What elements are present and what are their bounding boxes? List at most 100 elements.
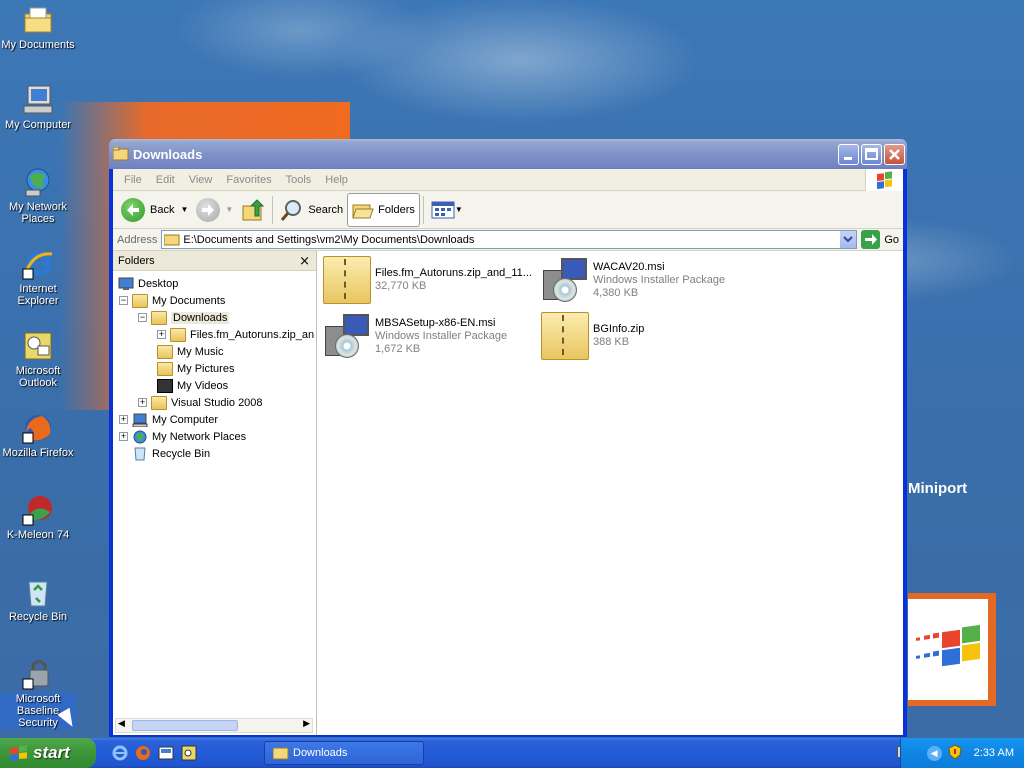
my-computer-icon	[22, 84, 54, 116]
desktop-icon-label: Microsoft Outlook	[15, 365, 61, 389]
desktop-icon-outlook[interactable]: Microsoft Outlook	[0, 330, 76, 389]
explorer-main: Folders × Desktop − My Documents − Downl…	[113, 251, 903, 735]
address-dropdown-button[interactable]	[839, 231, 857, 248]
minimize-button[interactable]	[838, 143, 859, 165]
go-label: Go	[884, 233, 899, 246]
search-button[interactable]: Search	[276, 193, 347, 227]
tree-item-my-music[interactable]: My Music	[157, 343, 223, 360]
desktop-icon-k-meleon[interactable]: K-Meleon 74	[0, 494, 76, 541]
file-item[interactable]: BGInfo.zip 388 KB	[541, 311, 757, 361]
menu-edit[interactable]: Edit	[149, 174, 182, 186]
tree-item-recycle-bin[interactable]: Recycle Bin	[132, 445, 210, 462]
chevron-left-icon[interactable]: ◀	[926, 745, 942, 761]
desktop-icon-network-places[interactable]: My Network Places	[0, 166, 76, 225]
collapse-icon[interactable]: −	[119, 296, 128, 305]
expand-icon[interactable]: +	[119, 415, 128, 424]
tree-item-my-network-places[interactable]: + My Network Places	[119, 428, 246, 445]
address-value: E:\Documents and Settings\vm2\My Documen…	[183, 233, 475, 246]
close-icon[interactable]: ×	[299, 254, 310, 269]
address-input[interactable]: E:\Documents and Settings\vm2\My Documen…	[161, 230, 858, 249]
tree-item-my-videos[interactable]: My Videos	[157, 377, 228, 394]
scrollbar-thumb[interactable]	[132, 720, 238, 731]
zip-folder-icon	[170, 327, 186, 342]
expand-icon[interactable]: +	[157, 330, 166, 339]
tree-item-my-pictures[interactable]: My Pictures	[157, 360, 234, 377]
windows-flag-icon	[10, 745, 28, 761]
pictures-folder-icon	[157, 361, 173, 376]
file-item[interactable]: Files.fm_Autoruns.zip_and_11... 32,770 K…	[323, 255, 539, 305]
forward-button[interactable]: ▼	[192, 193, 237, 227]
desktop-icon-firefox[interactable]: Mozilla Firefox	[0, 412, 76, 459]
security-shield-icon[interactable]	[948, 743, 962, 763]
desktop-icon-my-documents[interactable]: My Documents	[0, 4, 76, 51]
file-name: WACAV20.msi	[593, 260, 665, 273]
taskbar-item-downloads[interactable]: Downloads	[264, 741, 424, 765]
chevron-down-icon[interactable]: ▼	[180, 205, 188, 214]
file-type: Windows Installer Package	[375, 329, 508, 342]
scroll-left-icon[interactable]: ◀	[118, 719, 125, 729]
folders-icon	[352, 200, 374, 220]
menu-favorites[interactable]: Favorites	[219, 174, 278, 186]
folders-button[interactable]: Folders	[347, 192, 420, 227]
forward-arrow-icon	[196, 197, 221, 222]
folder-icon	[151, 395, 167, 410]
tree-item-downloads[interactable]: − Downloads	[138, 309, 230, 326]
internet-explorer-icon	[22, 248, 54, 280]
tree-item-my-documents[interactable]: − My Documents	[119, 292, 225, 309]
window-body: File Edit View Favorites Tools Help Back…	[113, 169, 903, 735]
back-arrow-icon	[121, 197, 145, 222]
outlook-icon[interactable]	[180, 744, 198, 762]
quick-launch	[106, 744, 198, 762]
folders-label: Folders	[378, 203, 415, 216]
chevron-down-icon[interactable]: ▼	[225, 205, 233, 214]
toolbar: Back ▼ ▼ Search Folders ▼	[113, 191, 903, 229]
wallpaper-text: r Miniport	[898, 480, 968, 497]
menu-file[interactable]: File	[117, 174, 149, 186]
menu-view[interactable]: View	[182, 174, 220, 186]
file-size: 32,770 KB	[375, 280, 427, 292]
file-item[interactable]: MBSASetup-x86-EN.msi Windows Installer P…	[323, 311, 539, 361]
close-button[interactable]	[884, 143, 905, 165]
taskbar-item-label: Downloads	[293, 747, 348, 759]
up-folder-button[interactable]	[237, 193, 269, 227]
chevron-down-icon[interactable]: ▼	[455, 205, 463, 214]
show-desktop-icon[interactable]	[157, 744, 175, 762]
desktop-icon-label: My Documents	[1, 39, 75, 51]
installer-package-icon	[541, 256, 589, 304]
menu-tools[interactable]: Tools	[279, 174, 319, 186]
start-button[interactable]: start	[0, 738, 96, 768]
desktop-icon-my-computer[interactable]: My Computer	[0, 84, 76, 131]
tree-item-visual-studio[interactable]: + Visual Studio 2008	[138, 394, 263, 411]
desktop-icon-recycle-bin[interactable]: Recycle Bin	[0, 576, 76, 623]
firefox-icon	[22, 412, 54, 444]
taskbar: start Downloads ◀ 2:33 AM	[0, 738, 1024, 768]
folders-horizontal-scrollbar[interactable]: ◀ ▶	[115, 718, 313, 733]
desktop-icon-label: My Computer	[4, 119, 72, 131]
internet-explorer-icon[interactable]	[111, 744, 129, 762]
recycle-bin-icon	[22, 576, 54, 608]
expand-icon[interactable]: +	[119, 432, 128, 441]
toolbar-separator	[272, 195, 274, 224]
firefox-icon[interactable]	[134, 744, 152, 762]
my-computer-icon	[132, 413, 148, 427]
folder-icon	[272, 746, 289, 760]
clock[interactable]: 2:33 AM	[974, 747, 1014, 759]
window-titlebar[interactable]: Downloads	[109, 139, 907, 169]
file-size: 388 KB	[593, 336, 630, 348]
views-button[interactable]: ▼	[427, 193, 467, 227]
k-meleon-icon	[22, 494, 54, 526]
windows-flag-icon	[865, 169, 903, 191]
back-button[interactable]: Back ▼	[117, 193, 192, 227]
menu-help[interactable]: Help	[318, 174, 355, 186]
tree-item-files-fm-autoruns[interactable]: + Files.fm_Autoruns.zip_an	[157, 326, 314, 343]
tree-item-desktop[interactable]: Desktop	[118, 275, 178, 292]
recycle-bin-icon	[132, 447, 148, 461]
scroll-right-icon[interactable]: ▶	[303, 719, 310, 729]
go-button[interactable]: Go	[861, 230, 899, 249]
collapse-icon[interactable]: −	[138, 313, 147, 322]
tree-item-my-computer[interactable]: + My Computer	[119, 411, 218, 428]
expand-icon[interactable]: +	[138, 398, 147, 407]
maximize-button[interactable]	[861, 143, 882, 165]
desktop-icon-internet-explorer[interactable]: Internet Explorer	[0, 248, 76, 307]
file-item[interactable]: WACAV20.msi Windows Installer Package 4,…	[541, 255, 757, 305]
